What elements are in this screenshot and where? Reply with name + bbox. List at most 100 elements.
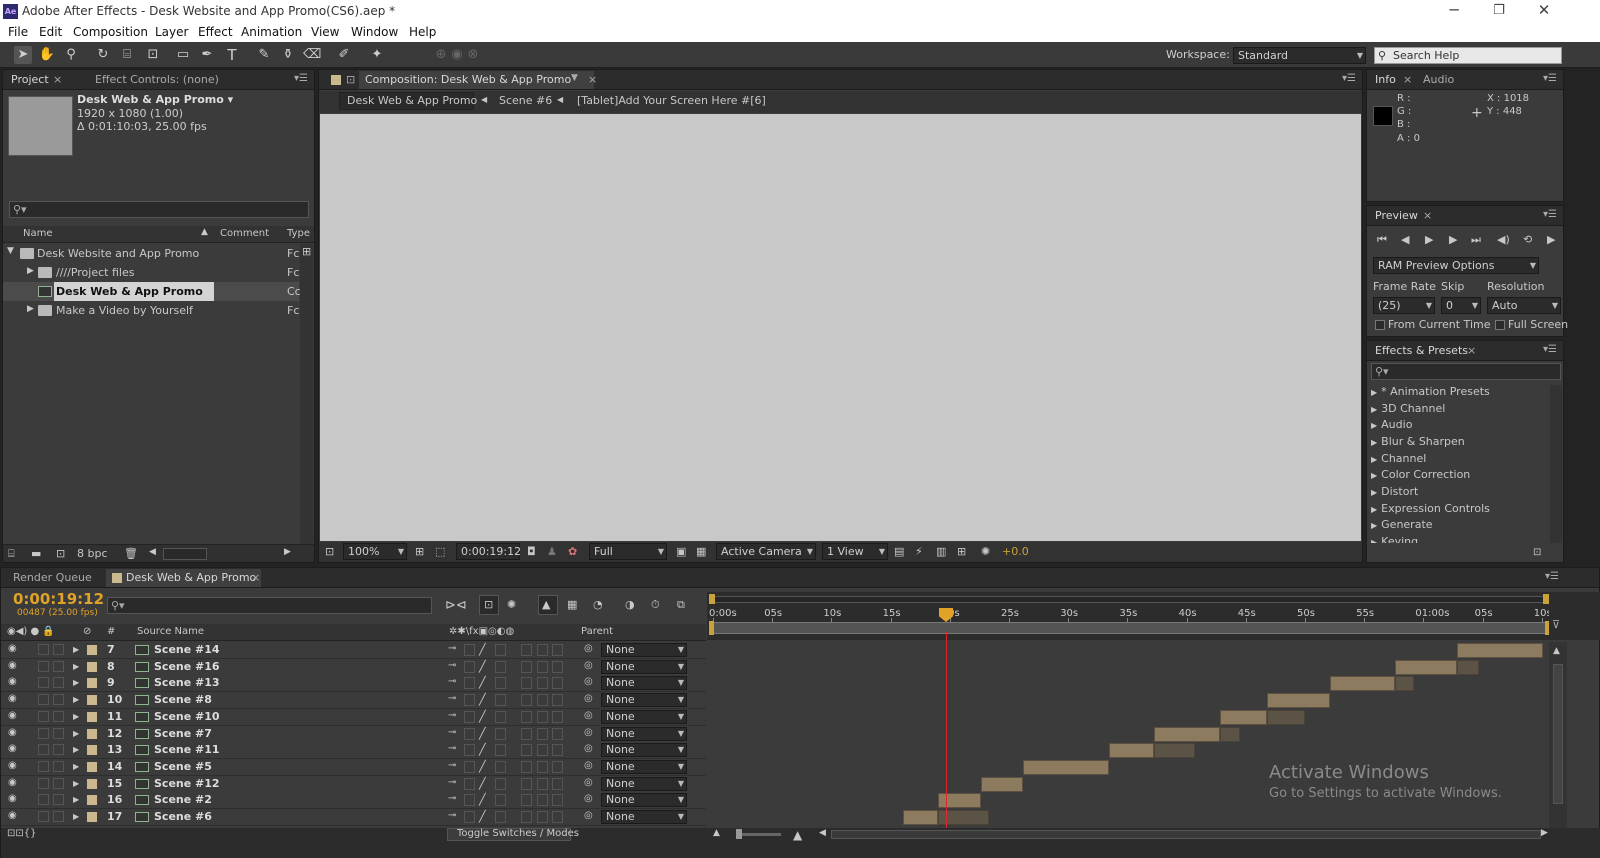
close-icon[interactable]: × — [1403, 73, 1412, 86]
close-icon[interactable]: × — [251, 571, 260, 584]
layer-name[interactable]: Scene #16 — [154, 660, 220, 673]
stopwatch-icon[interactable]: ⏱ — [651, 598, 660, 612]
layer-name[interactable]: Scene #6 — [154, 810, 212, 823]
ram-preview-icon[interactable]: ▶ — [1547, 233, 1555, 246]
parent-select[interactable]: None ▼ — [601, 793, 687, 808]
flowchart-icon[interactable]: ⊞ — [957, 545, 966, 558]
close-icon[interactable]: × — [1423, 209, 1432, 222]
layer-duration-bar[interactable] — [938, 793, 981, 809]
timeline-hscroll[interactable] — [831, 830, 1541, 839]
collapse-box[interactable] — [464, 760, 475, 773]
table-row[interactable]: ◉ ▶ 9 Scene #13 ⊸ ╱ ◎ None ▼ — [1, 675, 706, 693]
collapse-box[interactable] — [464, 710, 475, 723]
collapse-box[interactable] — [464, 660, 475, 673]
tab-info[interactable]: Info — [1375, 73, 1396, 86]
effects-category[interactable]: ▶ Expression Controls — [1371, 502, 1490, 515]
camera-select[interactable]: Active Camera ▼ — [716, 543, 816, 560]
layer-name[interactable]: Scene #5 — [154, 760, 212, 773]
layer-duration-bar[interactable] — [1457, 643, 1543, 658]
motion-blur-box[interactable] — [521, 710, 532, 723]
view-layout-select[interactable]: 1 View ▼ — [822, 543, 888, 560]
crumb-comp[interactable]: Desk Web & App Promo — [347, 94, 477, 107]
lock-box[interactable] — [53, 677, 64, 689]
tab-render-queue[interactable]: Render Queue — [13, 571, 92, 584]
layer-trimmed-bar[interactable] — [1395, 676, 1414, 692]
table-row[interactable]: ◉ ▶ 12 Scene #7 ⊸ ╱ ◎ None ▼ — [1, 725, 706, 743]
motion-blur-box[interactable] — [521, 677, 532, 690]
project-item[interactable]: ▼ Desk Website and App Promo Fc — [3, 244, 299, 263]
pick-whip-icon[interactable]: ◎ — [584, 810, 593, 821]
fast-previews-icon[interactable]: ⚡ — [915, 545, 923, 558]
zoom-slider-handle[interactable] — [736, 829, 742, 839]
pick-whip-icon[interactable]: ◎ — [584, 793, 593, 804]
time-ruler[interactable]: 0:00s05s10s15s20s25s30s35s40s45s50s55s01… — [707, 592, 1552, 640]
quality-icon[interactable]: ╱ — [479, 793, 486, 806]
eye-icon[interactable]: ◉ — [8, 693, 17, 704]
tab-effect-controls[interactable]: Effect Controls: (none) — [95, 73, 219, 86]
collapse-box[interactable] — [464, 694, 475, 707]
panel-menu-icon[interactable]: ▾☰ — [1342, 73, 1356, 84]
adjustment-box[interactable] — [537, 760, 548, 773]
comp-name[interactable]: Desk Web & App Promo ▾ — [77, 93, 233, 106]
menu-effect[interactable]: Effect — [198, 25, 233, 39]
comp-button-icon[interactable]: ⊽ — [1552, 618, 1560, 631]
panel-menu-icon[interactable]: ▾☰ — [294, 73, 308, 84]
close-icon[interactable]: × — [588, 73, 597, 86]
lock-icon[interactable]: ⊡ — [346, 73, 355, 86]
shy-icon[interactable]: ⊸ — [448, 676, 456, 687]
h-scroll-thumb[interactable] — [163, 548, 207, 560]
effects-category[interactable]: ▶ * Animation Presets — [1371, 385, 1490, 398]
quality-icon[interactable]: ╱ — [479, 710, 486, 723]
skip-select[interactable]: 0 ▼ — [1441, 297, 1481, 314]
navigator-start-handle[interactable] — [709, 594, 715, 604]
layer-trimmed-bar[interactable] — [1457, 659, 1479, 675]
full-screen-checkbox[interactable] — [1495, 320, 1505, 330]
graph-editor-icon[interactable]: ⧉ — [677, 598, 685, 612]
3d-box[interactable] — [552, 727, 563, 740]
effects-category[interactable]: ▶ Channel — [1371, 452, 1426, 465]
hand-tool-icon[interactable]: ✋ — [38, 46, 56, 64]
project-scrollbar[interactable] — [300, 244, 313, 544]
solo-box[interactable] — [38, 694, 49, 706]
3d-box[interactable] — [552, 760, 563, 773]
pen-tool-icon[interactable]: ✒ — [198, 46, 216, 64]
eye-icon[interactable]: ◉ — [8, 810, 17, 821]
project-search-input[interactable]: ⚲▾ — [9, 201, 309, 218]
close-icon[interactable]: × — [1467, 344, 1476, 357]
layer-name[interactable]: Scene #13 — [154, 676, 220, 689]
3d-box[interactable] — [552, 710, 563, 723]
expand-arrow-icon[interactable]: ▶ — [73, 779, 79, 788]
composition-viewer[interactable] — [320, 114, 1361, 541]
eye-icon[interactable]: ◉ — [8, 710, 17, 721]
selection-tool-icon[interactable]: ➤ — [14, 46, 32, 64]
audio-icon[interactable]: ◀) — [1497, 233, 1510, 246]
pick-whip-icon[interactable]: ◎ — [584, 693, 593, 704]
search-help-input[interactable]: Search Help — [1374, 47, 1562, 64]
lock-box[interactable] — [53, 794, 64, 806]
col-comment[interactable]: Comment — [220, 228, 269, 239]
eye-icon[interactable]: ◉ — [8, 676, 17, 687]
label-color[interactable] — [87, 728, 97, 739]
quality-icon[interactable]: ╱ — [479, 643, 486, 656]
crumb-layer[interactable]: [Tablet]Add Your Screen Here #[6] — [577, 94, 766, 107]
layer-duration-bar[interactable] — [1220, 709, 1267, 725]
current-time-field[interactable]: 0:00:19:12 — [456, 543, 521, 560]
adjustment-box[interactable] — [537, 794, 548, 807]
shy-icon[interactable]: ⊸ — [448, 810, 456, 821]
pan-behind-tool-icon[interactable]: ⊡ — [144, 46, 162, 64]
solo-box[interactable] — [38, 744, 49, 756]
minimize-button[interactable]: ─ — [1444, 1, 1464, 19]
motion-blur-box[interactable] — [521, 777, 532, 790]
label-color[interactable] — [87, 645, 97, 655]
table-row[interactable]: ◉ ▶ 15 Scene #12 ⊸ ╱ ◎ None ▼ — [1, 775, 706, 793]
first-frame-icon[interactable]: ⏮ — [1377, 233, 1387, 247]
motion-blur-box[interactable] — [521, 694, 532, 707]
scroll-left-icon[interactable]: ◀ — [819, 828, 826, 838]
work-area-start[interactable] — [709, 621, 714, 635]
shy-icon[interactable]: ⊸ — [448, 643, 456, 654]
zoom-out-icon[interactable]: ▲ — [713, 828, 720, 838]
timeline-search-input[interactable]: ⚲▾ — [107, 597, 432, 614]
parent-select[interactable]: None ▼ — [601, 743, 687, 758]
pick-whip-icon[interactable]: ◎ — [584, 727, 593, 738]
quality-icon[interactable]: ╱ — [479, 660, 486, 673]
